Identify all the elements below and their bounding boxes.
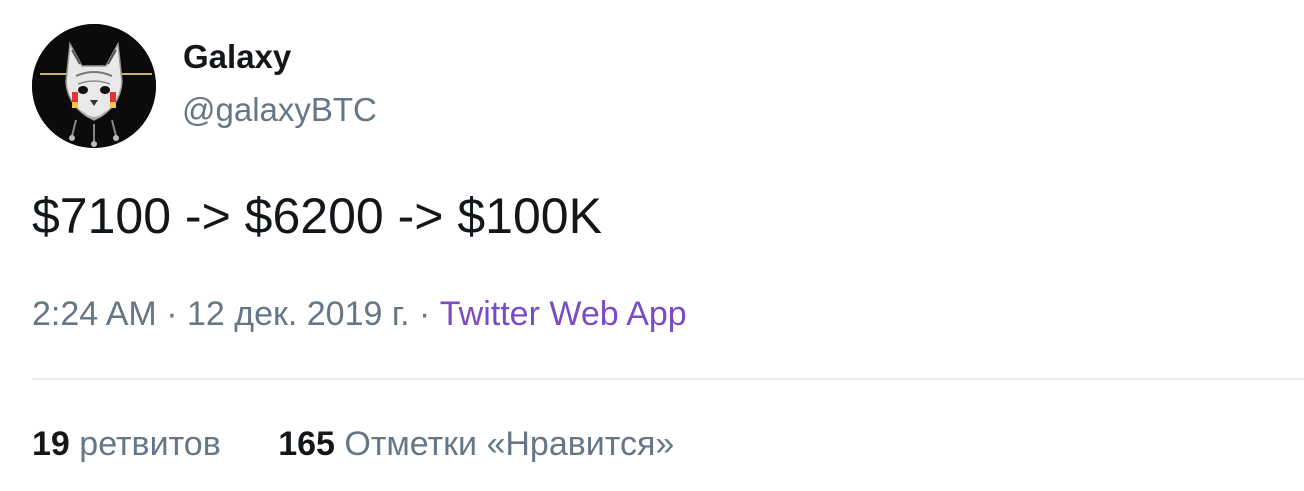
- meta-separator: ·: [419, 295, 431, 333]
- tweet-meta: 2:24 AM · 12 дек. 2019 г. · Twitter Web …: [32, 294, 687, 334]
- tweet-date[interactable]: 12 дек. 2019 г.: [187, 295, 410, 333]
- meta-separator: ·: [166, 295, 178, 333]
- likes-label: Отметки «Нравится»: [344, 425, 675, 463]
- divider: [32, 378, 1304, 380]
- likes-stat[interactable]: 165 Отметки «Нравится»: [278, 424, 674, 464]
- tweet-time[interactable]: 2:24 AM: [32, 295, 157, 333]
- tweet-card: Galaxy @galaxyBTC $7100 -> $6200 -> $100…: [0, 0, 1304, 491]
- tweet-source-link[interactable]: Twitter Web App: [440, 295, 687, 333]
- likes-count: 165: [278, 425, 335, 463]
- retweets-count: 19: [32, 425, 70, 463]
- retweets-label: ретвитов: [79, 425, 221, 463]
- tweet-text: $7100 -> $6200 -> $100K: [32, 188, 602, 244]
- avatar[interactable]: [32, 24, 156, 148]
- cat-avatar-icon: [32, 24, 156, 148]
- author-handle[interactable]: @galaxyBTC: [182, 91, 377, 129]
- tweet-stats: 19 ретвитов 165 Отметки «Нравится»: [32, 424, 674, 464]
- retweets-stat[interactable]: 19 ретвитов: [32, 424, 221, 464]
- author-display-name[interactable]: Galaxy: [183, 38, 291, 76]
